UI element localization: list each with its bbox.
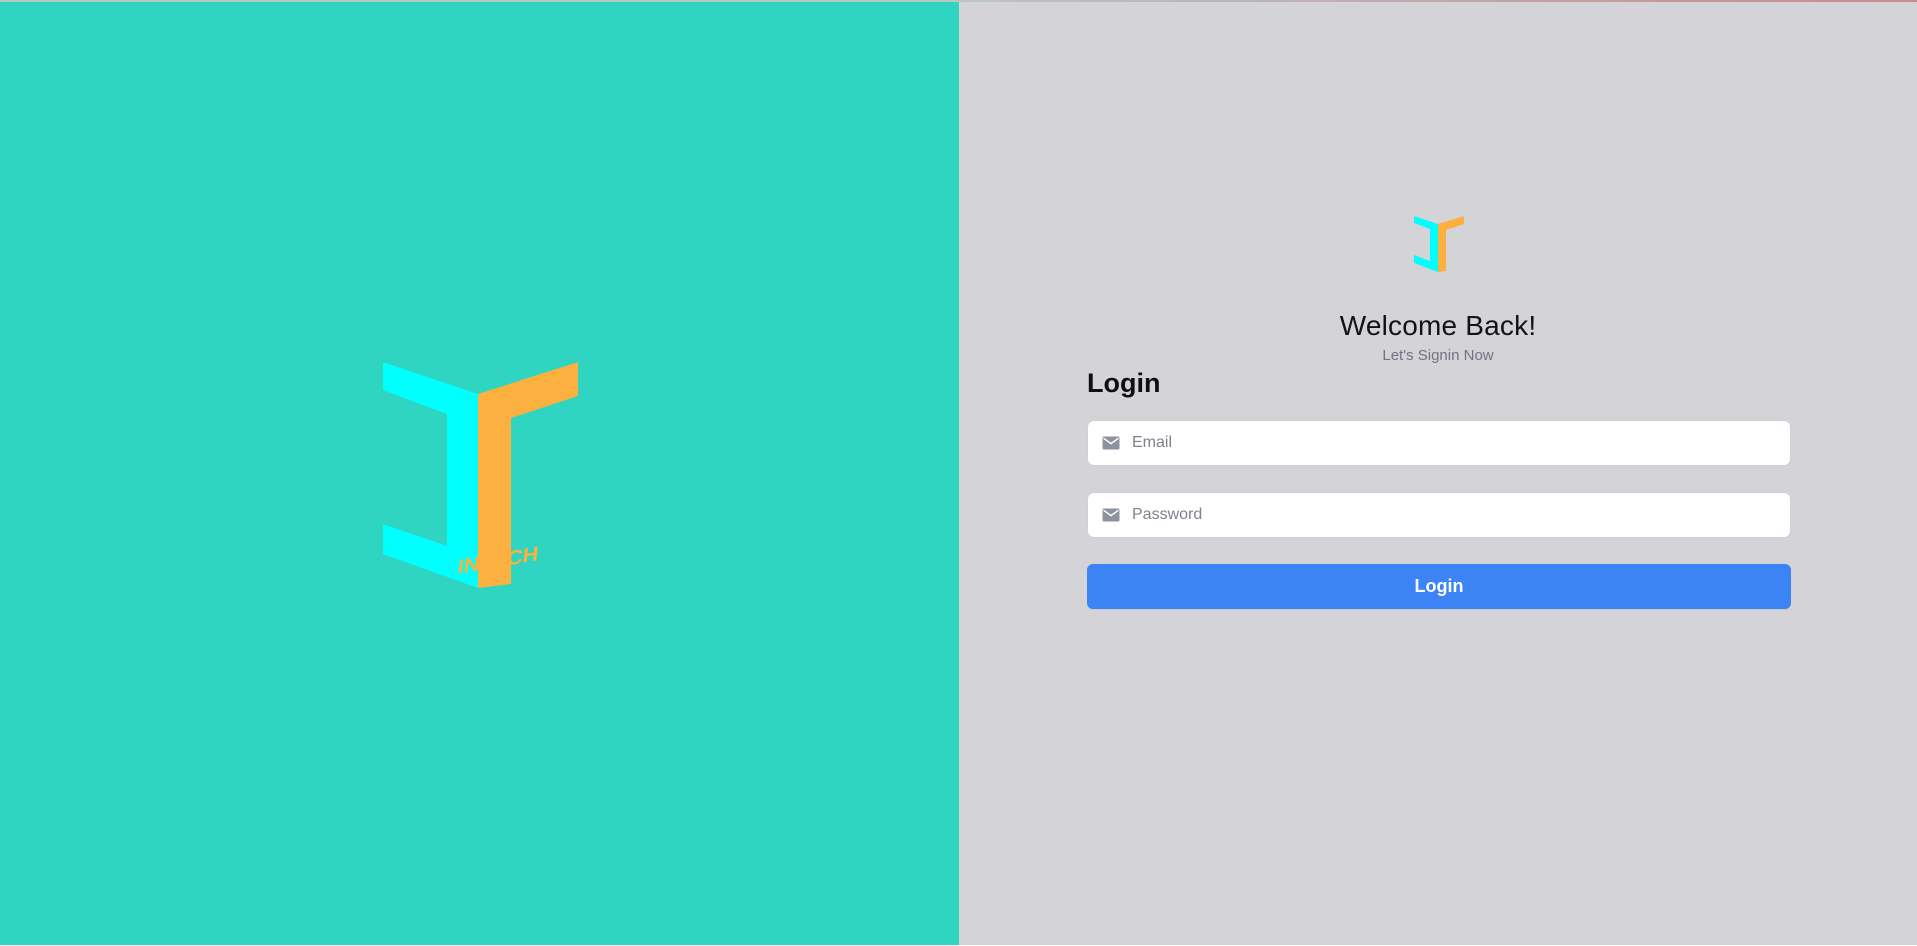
login-button[interactable]: Login bbox=[1087, 564, 1791, 609]
mail-icon bbox=[1102, 436, 1120, 450]
password-field[interactable] bbox=[1087, 492, 1791, 538]
login-panel bbox=[959, 2, 1917, 945]
mail-icon bbox=[1102, 508, 1120, 522]
brand-logo: INTECH bbox=[383, 362, 578, 590]
email-field[interactable] bbox=[1087, 420, 1791, 466]
welcome-title: Welcome Back! bbox=[1339, 310, 1537, 341]
small-brand-logo bbox=[1414, 216, 1464, 274]
welcome-subtitle: Let's Signin Now bbox=[1382, 347, 1494, 364]
brand-panel: INTECH bbox=[0, 2, 959, 945]
login-screen: INTECH Welcome Back! Let's Signin Now Lo… bbox=[0, 0, 1917, 946]
top-border-line bbox=[0, 0, 1917, 2]
login-heading: Login bbox=[1087, 368, 1161, 398]
password-input[interactable] bbox=[1132, 495, 1762, 535]
email-input[interactable] bbox=[1132, 423, 1762, 463]
